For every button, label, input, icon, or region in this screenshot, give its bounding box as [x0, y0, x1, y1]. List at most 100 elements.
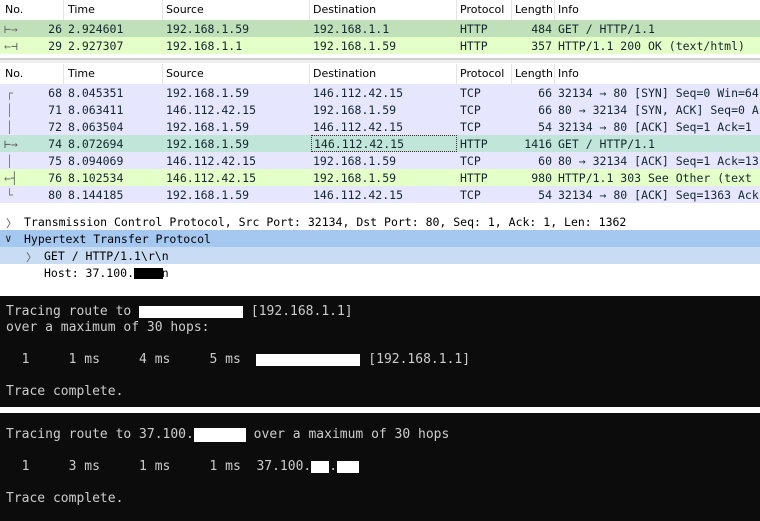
packet-row[interactable]: │ 72 8.063504 192.168.1.59 146.112.42.15… — [0, 118, 760, 135]
packet-length: 66 — [538, 103, 552, 117]
packet-time: 2.927307 — [68, 39, 124, 53]
packet-no: 74 — [48, 137, 62, 151]
col-header-destination[interactable]: Destination — [313, 3, 376, 16]
packet-row-selected[interactable]: ⊢→ 74 8.072694 192.168.1.59 146.112.42.1… — [0, 135, 760, 152]
trace-target-prefix: Tracing route to 37.100. — [6, 427, 194, 442]
conversation-bracket-icon: │ — [6, 103, 13, 117]
packet-time: 8.063504 — [68, 120, 124, 134]
packet-row[interactable]: ⊢→ 26 2.924601 192.168.1.59 192.168.1.1 … — [0, 20, 760, 37]
related-packet-arrow-icon: ⊢→ — [4, 22, 18, 36]
related-packet-arrow-icon: ←⊣ — [4, 39, 18, 53]
col-header-source[interactable]: Source — [166, 67, 204, 80]
packet-row[interactable]: │ 71 8.063411 146.112.42.15 192.168.1.59… — [0, 101, 760, 118]
tree-item-label: Hypertext Transfer Protocol — [24, 232, 211, 246]
packet-protocol: HTTP — [460, 137, 488, 151]
redaction-block — [139, 305, 244, 318]
hop-times: 1 1 ms 4 ms 5 ms — [6, 352, 241, 367]
expand-arrow-icon[interactable]: 〉 — [6, 215, 17, 231]
packet-no: 29 — [48, 39, 62, 53]
packet-no: 26 — [48, 22, 62, 36]
redaction-block — [193, 427, 246, 442]
packet-row[interactable]: ←⊣ 29 2.927307 192.168.1.1 192.168.1.59 … — [0, 37, 760, 54]
packet-no: 76 — [48, 171, 62, 185]
packet-source: 146.112.42.15 — [166, 103, 257, 117]
packet-info: GET / HTTP/1.1 — [558, 22, 655, 36]
col-header-length[interactable]: Length — [515, 3, 553, 16]
packet-time: 8.045351 — [68, 86, 124, 100]
packet-protocol: TCP — [460, 154, 481, 168]
packet-time: 8.063411 — [68, 103, 124, 117]
col-header-source[interactable]: Source — [166, 3, 204, 16]
col-header-info[interactable]: Info — [558, 3, 579, 16]
conversation-bracket-icon: │ — [6, 154, 13, 168]
conversation-bracket-icon: ┌ — [6, 86, 13, 100]
col-header-time[interactable]: Time — [68, 3, 95, 16]
hop-dot: . — [329, 459, 338, 474]
terminal-line: Trace complete. — [6, 491, 124, 506]
tree-item-http[interactable]: ∨ Hypertext Transfer Protocol — [0, 230, 760, 247]
packet-info: 32134 → 80 [ACK] Seq=1 Ack=1 — [558, 120, 752, 134]
packet-length: 980 — [531, 171, 552, 185]
packet-list-top: No. Time Source Destination Protocol Len… — [0, 0, 760, 60]
packet-row[interactable]: └ 80 8.144185 192.168.1.59 146.112.42.15… — [0, 186, 760, 203]
section-divider — [0, 60, 760, 63]
packet-no: 75 — [48, 154, 62, 168]
col-header-no[interactable]: No. — [5, 3, 23, 16]
terminal-tracert-2: Tracing route to 37.100. over a maximum … — [0, 413, 760, 521]
tree-item-tcp[interactable]: 〉 Transmission Control Protocol, Src Por… — [0, 213, 760, 230]
host-prefix: Host: 37.100. — [44, 266, 135, 280]
packet-protocol: HTTP — [460, 171, 488, 185]
hop-ip: [192.168.1.1] — [368, 352, 471, 367]
collapse-arrow-icon[interactable]: ∨ — [5, 232, 12, 245]
packet-time: 8.144185 — [68, 188, 124, 202]
hop-times: 1 3 ms 1 ms 1 ms 37.100. — [6, 459, 312, 474]
trace-target-suffix: over a maximum of 30 hops — [253, 427, 450, 442]
packet-destination: 192.168.1.59 — [313, 39, 397, 53]
packet-row[interactable]: ┌ 68 8.045351 192.168.1.59 146.112.42.15… — [0, 84, 760, 101]
redaction-block — [311, 460, 330, 473]
packet-length: 357 — [531, 39, 552, 53]
col-header-time[interactable]: Time — [68, 67, 95, 80]
packet-protocol: TCP — [460, 188, 481, 202]
redaction-block — [337, 460, 360, 473]
tree-item-get[interactable]: 〉 GET / HTTP/1.1\r\n — [0, 247, 760, 264]
col-header-protocol[interactable]: Protocol — [460, 3, 504, 16]
packet-no: 71 — [48, 103, 62, 117]
packet-destination: 192.168.1.59 — [313, 154, 397, 168]
related-packet-arrow-icon: ←┤ — [4, 171, 18, 185]
packet-info: HTTP/1.1 303 See Other (text — [558, 171, 752, 185]
packet-protocol: HTTP — [460, 22, 488, 36]
redaction-block — [256, 353, 361, 366]
packet-source: 192.168.1.59 — [166, 86, 250, 100]
tree-item-label: GET / HTTP/1.1\r\n — [44, 249, 169, 263]
expand-arrow-icon[interactable]: 〉 — [26, 249, 37, 265]
packet-row[interactable]: ←┤ 76 8.102534 146.112.42.15 192.168.1.5… — [0, 169, 760, 186]
packet-source: 146.112.42.15 — [166, 171, 257, 185]
col-header-protocol[interactable]: Protocol — [460, 67, 504, 80]
conversation-bracket-icon: └ — [6, 188, 13, 202]
packet-destination: 146.112.42.15 — [313, 188, 404, 202]
terminal-tracert-1: Tracing route to [192.168.1.1] over a ma… — [0, 296, 760, 407]
packet-list-header: No. Time Source Destination Protocol Len… — [0, 64, 760, 85]
related-packet-arrow-icon: ⊢→ — [4, 137, 18, 151]
packet-protocol: TCP — [460, 86, 481, 100]
packet-info: 32134 → 80 [SYN] Seq=0 Win=64 — [558, 86, 759, 100]
packet-destination: 146.112.42.15 — [313, 86, 404, 100]
packet-source: 146.112.42.15 — [166, 154, 257, 168]
col-header-info[interactable]: Info — [558, 67, 579, 80]
terminal-hop-line: 1 1 ms 4 ms 5 ms [192.168.1.1] — [6, 352, 470, 367]
col-header-length[interactable]: Length — [515, 67, 553, 80]
packet-time: 8.094069 — [68, 154, 124, 168]
packet-info: GET / HTTP/1.1 — [558, 137, 655, 151]
tree-item-host[interactable]: Host: 37.100..\r\n — [0, 264, 760, 281]
packet-protocol: TCP — [460, 103, 481, 117]
packet-length: 54 — [538, 188, 552, 202]
trace-target-prefix: Tracing route to — [6, 304, 132, 319]
col-header-destination[interactable]: Destination — [313, 67, 376, 80]
packet-protocol: HTTP — [460, 39, 488, 53]
packet-source: 192.168.1.59 — [166, 22, 250, 36]
packet-source: 192.168.1.59 — [166, 137, 250, 151]
col-header-no[interactable]: No. — [5, 67, 23, 80]
packet-row[interactable]: │ 75 8.094069 146.112.42.15 192.168.1.59… — [0, 152, 760, 169]
packet-time: 2.924601 — [68, 22, 124, 36]
